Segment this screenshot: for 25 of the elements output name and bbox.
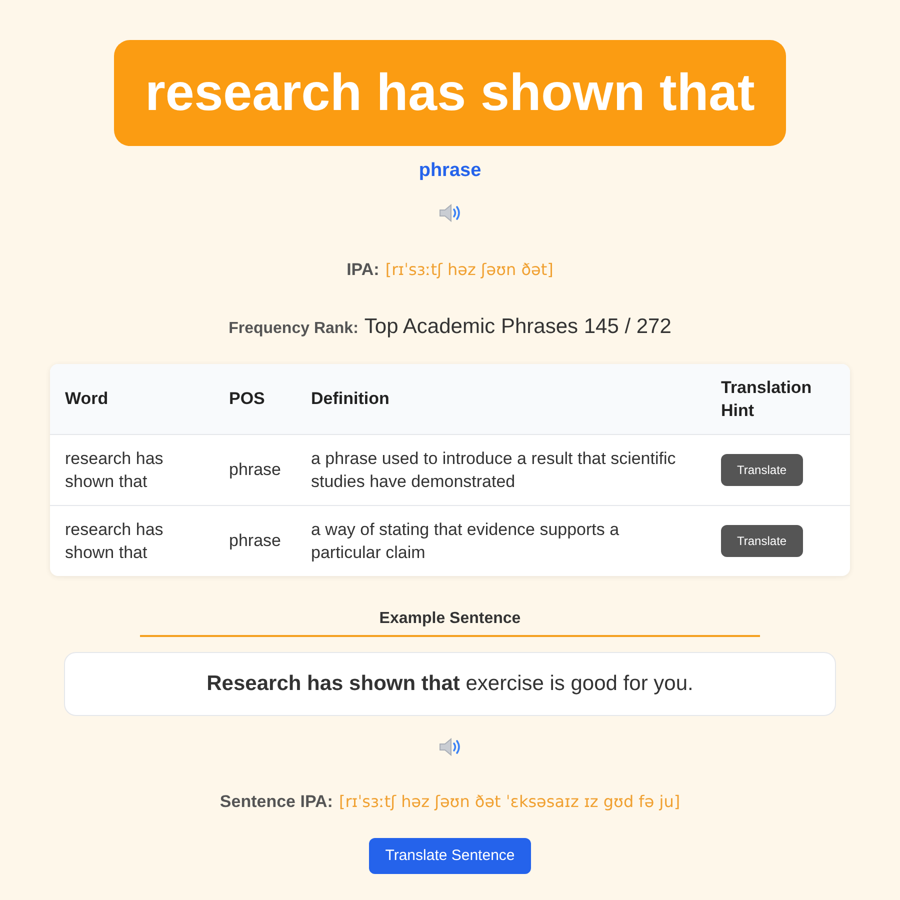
- word-cell: research has shown that: [50, 434, 214, 505]
- part-of-speech: phrase: [418, 160, 482, 182]
- frequency-rank-label: Frequency Rank:: [228, 318, 358, 338]
- sentence-ipa-label: Sentence IPA:: [220, 791, 333, 813]
- column-header: Translation Hint: [706, 364, 850, 434]
- pos-cell: phrase: [214, 505, 296, 576]
- definition-cell: a phrase used to introduce a result that scientific studies have demonstrated: [296, 434, 706, 505]
- translate-button[interactable]: Translate: [721, 454, 803, 486]
- ipa-value: [rɪˈsɜːtʃ həz ʃəʊn ðət]: [385, 259, 554, 281]
- ipa-label: IPA:: [346, 259, 380, 281]
- definition-cell: a way of stating that evidence supports a particular claim: [296, 505, 706, 576]
- speaker-icon[interactable]: [438, 737, 462, 757]
- example-sentence: Research has shown that exercise is good for you.: [206, 671, 694, 698]
- pos-cell: phrase: [214, 434, 296, 505]
- column-header: POS: [214, 364, 296, 434]
- column-header: Definition: [296, 364, 706, 434]
- word-cell: research has shown that: [50, 505, 214, 576]
- translate-button[interactable]: Translate: [721, 524, 803, 557]
- example-sentence-heading: Example Sentence: [140, 609, 760, 637]
- speaker-icon[interactable]: [438, 203, 462, 223]
- translate-sentence-button[interactable]: Translate Sentence: [369, 838, 531, 874]
- sentence-ipa-value: [rɪˈsɜːtʃ həz ʃəʊn ðət ˈɛksəsaɪz ɪz gʊd fə ju]: [338, 791, 680, 813]
- headword-title: research has shown that: [114, 40, 786, 146]
- column-header: Word: [50, 364, 214, 434]
- frequency-rank-value: Top Academic Phrases 145 / 272: [364, 314, 672, 340]
